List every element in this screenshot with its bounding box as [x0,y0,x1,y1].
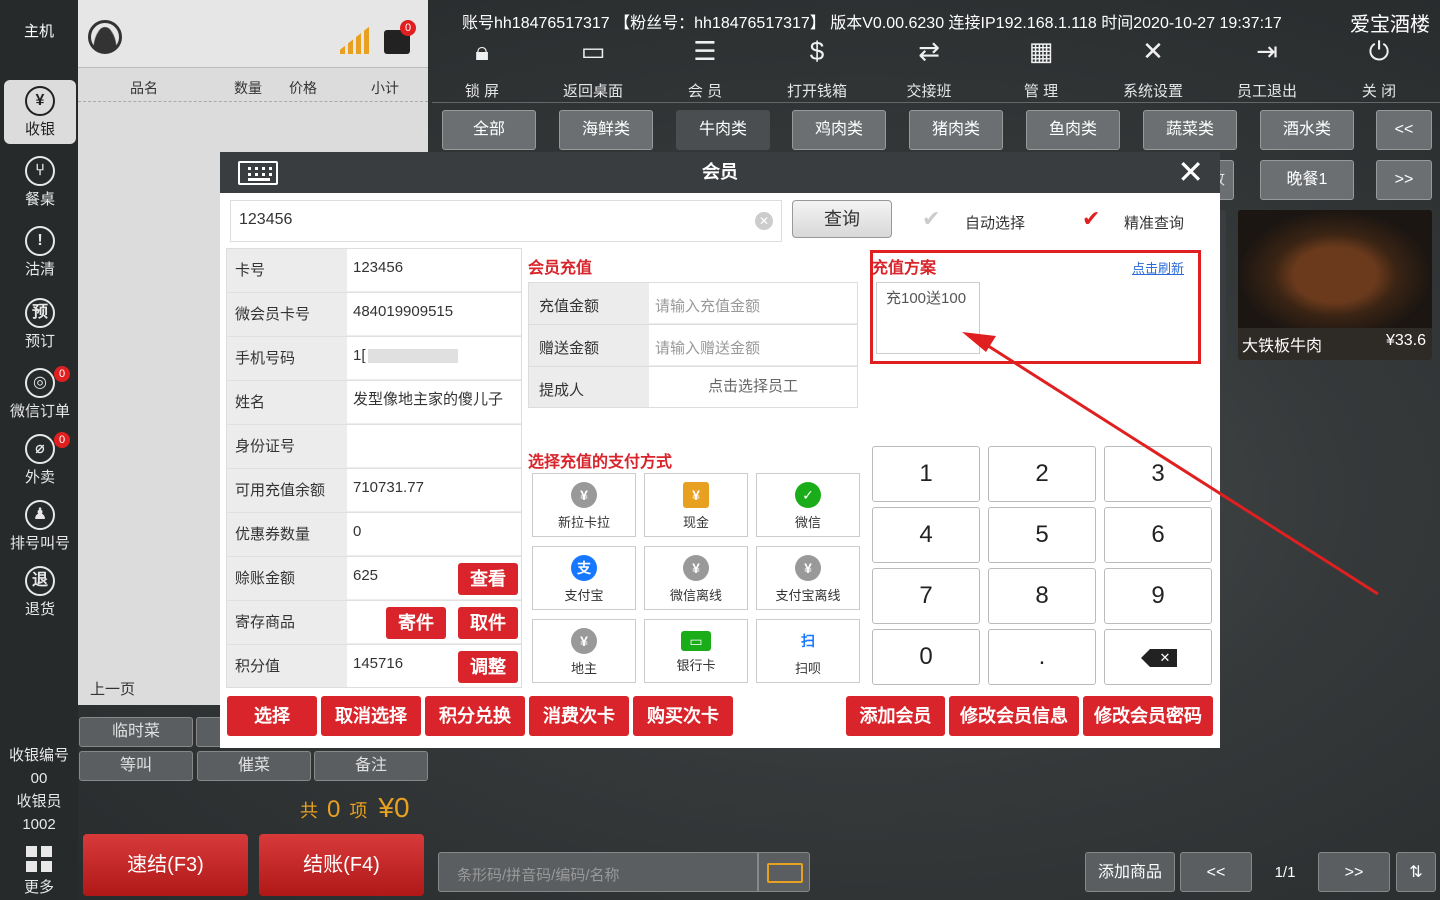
arrow-line [981,340,1379,596]
annotation-arrow [962,332,1379,596]
